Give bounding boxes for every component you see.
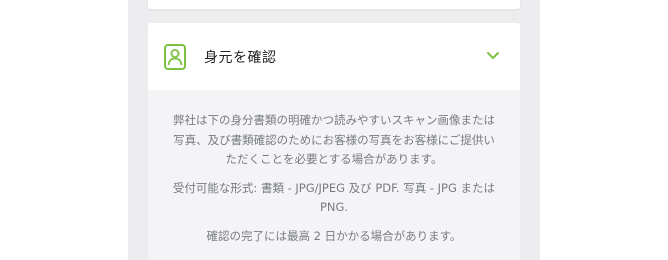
chevron-down-icon[interactable] [486,51,500,61]
accepted-formats-text: 受付可能な形式: 書類 - JPG/JPEG 及び PDF. 写真 - JPG … [172,180,496,215]
previous-section-card [148,0,520,9]
id-card-icon [164,44,186,70]
scan-requirement-text: 弊社は下の身分書類の明確かつ読みやすいスキャン画像または写真、及び書類確認のため… [173,113,495,166]
verify-identity-accordion: 身元を確認 弊社は下の身分書類の明確かつ読みやすいスキャン画像または写真、及び書… [148,23,520,260]
accordion-title: 身元を確認 [204,50,277,66]
accordion-body: 弊社は下の身分書類の明確かつ読みやすいスキャン画像または写真、及び書類確認のため… [148,90,520,246]
accordion-header[interactable]: 身元を確認 [148,23,520,90]
verification-time-text: 確認の完了には最高 2 日かかる場合があります。 [206,228,462,243]
